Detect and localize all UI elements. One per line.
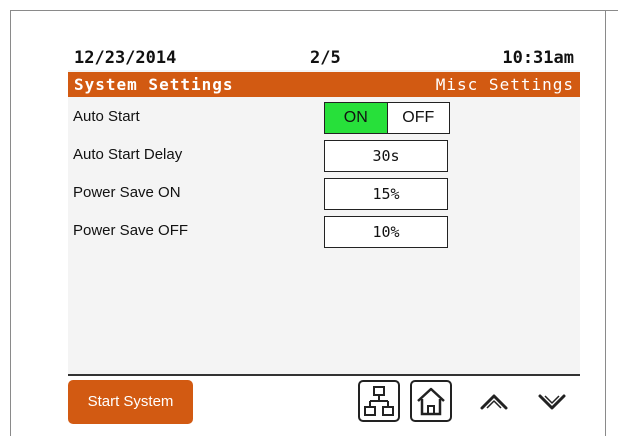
- auto-start-delay-row: Auto Start Delay 30s: [68, 138, 580, 174]
- auto-start-on-option[interactable]: ON: [325, 103, 388, 133]
- footer-divider: [68, 374, 580, 376]
- chevron-down-icon[interactable]: [534, 386, 570, 418]
- bezel-top: [10, 10, 618, 11]
- auto-start-row: Auto Start ON OFF: [68, 100, 580, 136]
- power-save-off-field[interactable]: 10%: [324, 216, 448, 248]
- auto-start-delay-label: Auto Start Delay: [73, 146, 183, 163]
- power-save-on-field[interactable]: 15%: [324, 178, 448, 210]
- home-button[interactable]: [410, 380, 452, 422]
- page-title: System Settings: [74, 75, 234, 94]
- power-save-off-row: Power Save OFF 10%: [68, 214, 580, 250]
- auto-start-off-option[interactable]: OFF: [388, 103, 450, 133]
- page-indicator: 2/5: [310, 48, 341, 68]
- bezel-left: [10, 10, 11, 436]
- time-readout: 10:31am: [502, 48, 574, 68]
- bezel-right: [605, 10, 606, 436]
- section-title: Misc Settings: [435, 75, 574, 94]
- power-save-on-label: Power Save ON: [73, 184, 181, 201]
- auto-start-delay-field[interactable]: 30s: [324, 140, 448, 172]
- network-icon: [364, 386, 394, 416]
- power-save-off-label: Power Save OFF: [73, 222, 189, 239]
- hmi-screen: 12/23/2014 2/5 10:31am System Settings M…: [68, 46, 580, 434]
- date-readout: 12/23/2014: [74, 48, 177, 68]
- auto-start-label: Auto Start: [73, 108, 140, 125]
- title-bar: System Settings Misc Settings: [68, 72, 580, 97]
- network-button[interactable]: [358, 380, 400, 422]
- power-save-on-row: Power Save ON 15%: [68, 176, 580, 212]
- home-icon: [417, 387, 445, 416]
- chevron-up-icon[interactable]: [476, 386, 512, 418]
- auto-start-toggle[interactable]: ON OFF: [324, 102, 450, 134]
- status-bar: 12/23/2014 2/5 10:31am: [68, 46, 580, 70]
- start-system-button[interactable]: Start System: [68, 380, 193, 424]
